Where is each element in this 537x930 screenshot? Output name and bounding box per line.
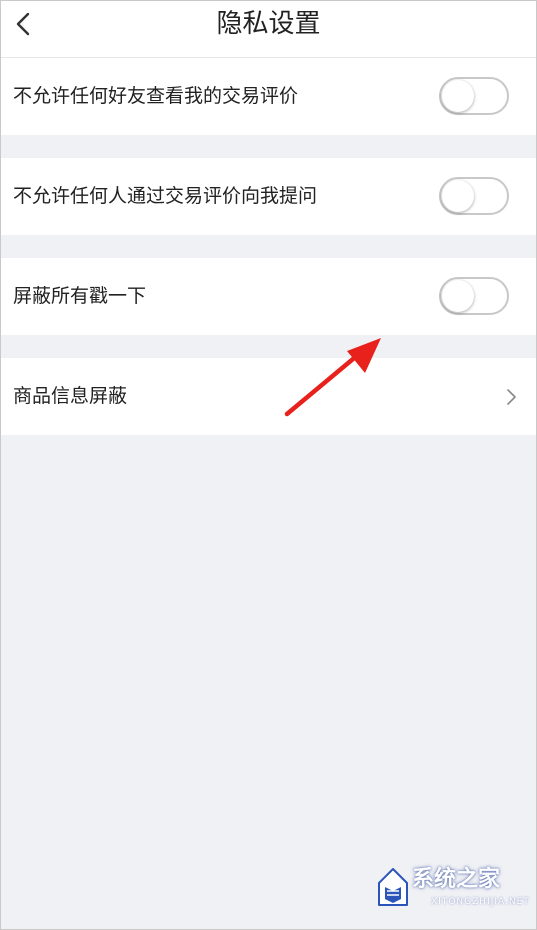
screen: 隐私设置 不允许任何好友查看我的交易评价 不允许任何人通过交易评价向我提问 屏蔽… xyxy=(0,0,537,930)
watermark: 系统之家 XITONGZHIJIA.NET xyxy=(371,857,531,921)
red-arrow-annotation xyxy=(284,338,381,417)
watermark-url: XITONGZHIJIA.NET xyxy=(431,897,530,907)
house-logo-icon xyxy=(378,868,408,906)
watermark-text: 系统之家 xyxy=(412,867,501,892)
